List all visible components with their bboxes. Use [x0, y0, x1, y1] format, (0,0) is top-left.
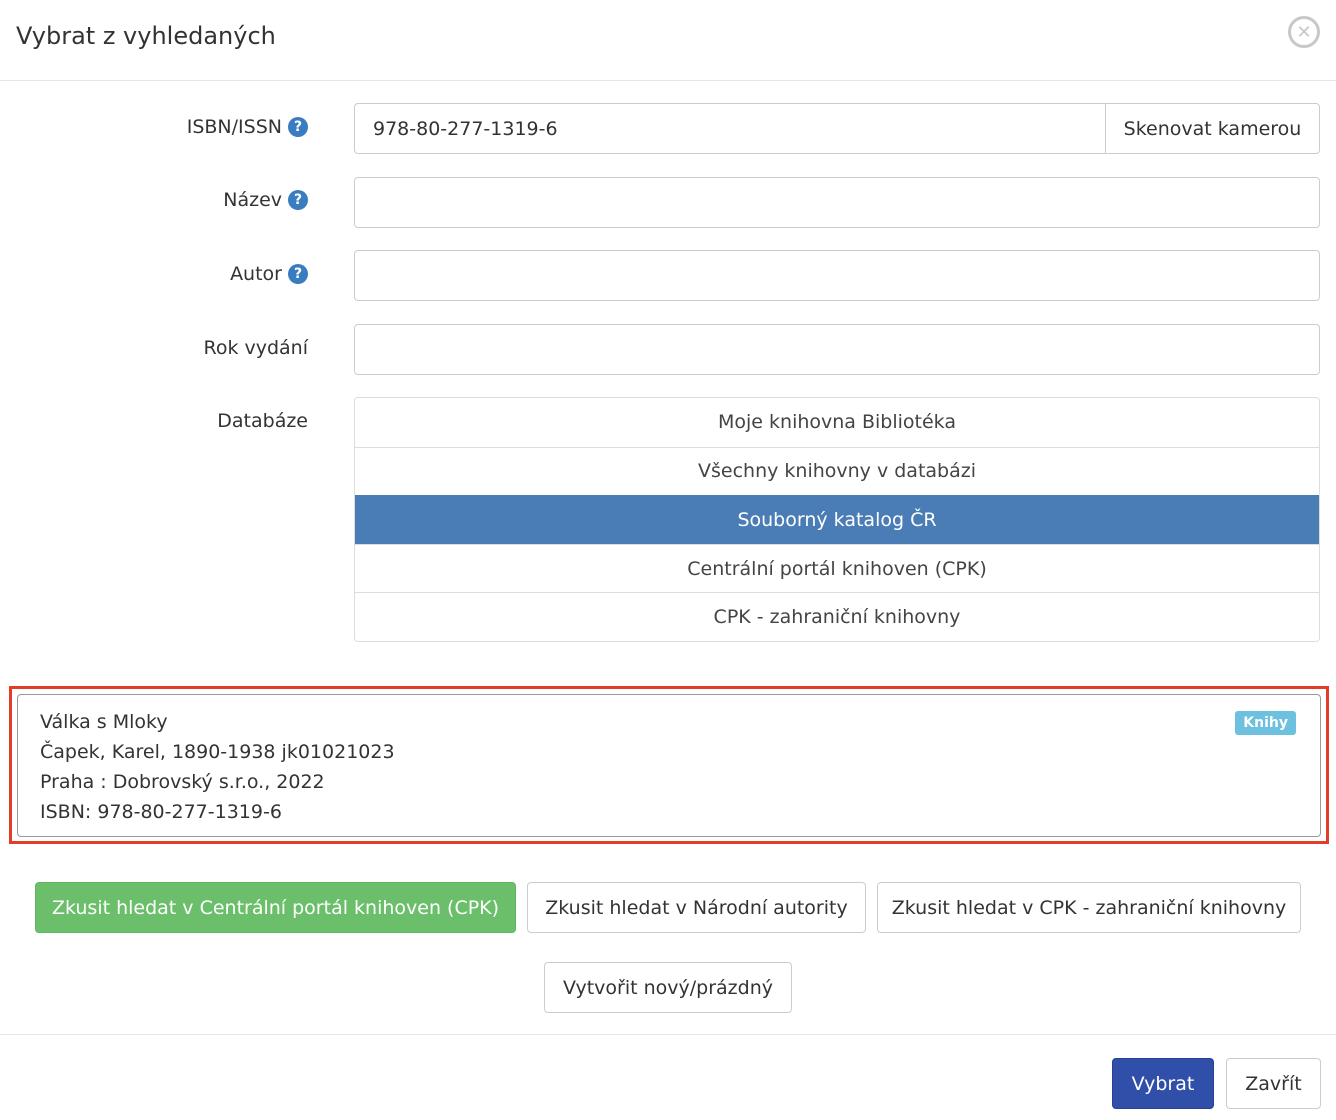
result-isbn: ISBN: 978-80-277-1319-6: [40, 801, 282, 823]
select-dialog: Vybrat z vyhledaných ✕ ISBN/ISSN ? Skeno…: [0, 0, 1336, 1120]
scan-camera-button[interactable]: Skenovat kamerou: [1105, 103, 1320, 154]
title-input[interactable]: [354, 177, 1320, 228]
result-title: Válka s Mloky: [40, 711, 168, 733]
year-input[interactable]: [354, 324, 1320, 375]
database-option[interactable]: Centrální portál knihoven (CPK): [355, 543, 1319, 593]
close-button[interactable]: Zavřít: [1226, 1058, 1321, 1109]
try-authorities-button[interactable]: Zkusit hledat v Národní autority: [527, 882, 866, 933]
question-icon[interactable]: ?: [288, 190, 308, 210]
author-input[interactable]: [354, 250, 1320, 301]
try-cpk-foreign-button[interactable]: Zkusit hledat v CPK - zahraniční knihovn…: [877, 882, 1301, 933]
type-badge: Knihy: [1235, 711, 1296, 735]
search-result-item[interactable]: Válka s Mloky Čapek, Karel, 1890-1938 jk…: [17, 694, 1321, 837]
close-icon[interactable]: ✕: [1288, 16, 1320, 48]
dialog-header: Vybrat z vyhledaných ✕: [0, 0, 1336, 81]
title-label: Název: [223, 189, 282, 211]
database-option[interactable]: CPK - zahraniční knihovny: [355, 592, 1319, 641]
author-label-row: Autor ?: [230, 263, 308, 285]
author-label: Autor: [230, 263, 282, 285]
isbn-input[interactable]: [354, 103, 1106, 154]
year-label-row: Rok vydání: [203, 337, 308, 359]
question-icon[interactable]: ?: [288, 117, 308, 137]
select-button[interactable]: Vybrat: [1112, 1058, 1214, 1109]
isbn-label-row: ISBN/ISSN ?: [187, 116, 308, 138]
year-label: Rok vydání: [203, 337, 308, 359]
result-publisher: Praha : Dobrovský s.r.o., 2022: [40, 771, 325, 793]
database-label: Databáze: [217, 410, 308, 432]
question-icon[interactable]: ?: [288, 264, 308, 284]
database-option[interactable]: Moje knihovna Bibliotéka: [355, 398, 1319, 447]
result-author: Čapek, Karel, 1890-1938 jk01021023: [40, 741, 395, 763]
database-option[interactable]: Všechny knihovny v databázi: [355, 446, 1319, 496]
create-new-button[interactable]: Vytvořit nový/prázdný: [544, 962, 792, 1013]
title-label-row: Název ?: [223, 189, 308, 211]
dialog-title: Vybrat z vyhledaných: [16, 22, 276, 50]
database-label-row: Databáze: [217, 410, 308, 432]
database-option-selected[interactable]: Souborný katalog ČR: [355, 495, 1319, 544]
database-list: Moje knihovna Bibliotéka Všechny knihovn…: [354, 397, 1320, 642]
isbn-label: ISBN/ISSN: [186, 116, 282, 138]
try-cpk-button[interactable]: Zkusit hledat v Centrální portál knihove…: [35, 882, 516, 933]
